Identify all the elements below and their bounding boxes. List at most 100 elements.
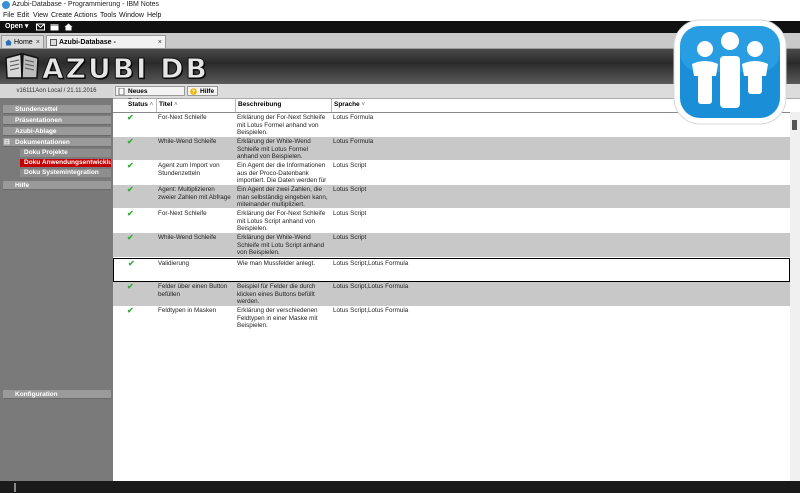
row-language: Lotus Script — [333, 186, 367, 193]
ibm-notes-app-icon — [2, 1, 10, 9]
table-row[interactable]: ✔ While-Wend Schleife Erklärung der Whil… — [113, 137, 790, 160]
table-row[interactable]: ✔ Agent zum Import von Stundenzetteln Ei… — [113, 161, 790, 184]
menu-window[interactable]: Window — [119, 12, 144, 19]
table-row[interactable]: ✔ Feldtypen in Masken Erklärung der vers… — [113, 306, 790, 330]
help-button[interactable]: ? Hilfe — [187, 86, 218, 96]
table-row[interactable]: ✔ Agent: Multiplizieren zweier Zahlen mi… — [113, 185, 790, 208]
app-logo-text: AZUBI DB — [42, 52, 209, 86]
version-label: v16111Aon Local / 21.11.2016 — [0, 84, 113, 98]
row-language: Lotus Script — [333, 210, 367, 217]
menu-help[interactable]: Help — [147, 12, 161, 19]
view-pane: Neues Dokument ? Hilfe Status ˄ Titel ˄ … — [113, 84, 800, 481]
checkmark-icon: ✔ — [127, 137, 134, 146]
column-header-titel[interactable]: Titel ˄ — [157, 99, 236, 112]
tab-home-label: Home — [14, 39, 33, 46]
tab-azubi-database[interactable]: Azubi-Database - Programmierung × — [46, 35, 166, 59]
calendar-icon[interactable] — [50, 23, 59, 31]
mail-icon[interactable] — [36, 23, 45, 31]
row-description: Erklärung der While-Wend Schleife mit Lo… — [237, 234, 325, 256]
table-row[interactable]: ✔ Felder über einen Button befüllen Beis… — [113, 282, 790, 306]
row-language: Lotus Script,Lotus Formula — [333, 260, 409, 267]
row-title: While-Wend Schleife — [158, 138, 217, 145]
row-description: Erklärung der For-Next Schleife mit Lotu… — [237, 114, 326, 136]
checkmark-icon: ✔ — [127, 113, 134, 122]
status-separator — [14, 483, 16, 492]
left-navigator: v16111Aon Local / 21.11.2016 Stundenzett… — [0, 84, 113, 481]
row-language: Lotus Script,Lotus Formula — [333, 283, 409, 290]
home-icon — [5, 39, 12, 46]
nav-subitem-doku-systemintegration[interactable]: Doku Systemintegration — [20, 169, 111, 177]
table-row-selected[interactable]: ✔ Validierung Wie man Mussfelder anlegt.… — [113, 258, 790, 282]
nav-subitem-doku-projekte[interactable]: Doku Projekte — [20, 149, 111, 157]
checkmark-icon: ✔ — [127, 185, 134, 194]
menu-edit[interactable]: Edit — [17, 12, 29, 19]
row-description: Erklärung der While-Wend Schleife mit Lo… — [237, 138, 311, 160]
column-header-sprache[interactable]: Sprache ˅ — [332, 99, 432, 112]
sort-descending-icon[interactable]: ˅ — [361, 102, 365, 108]
menu-view[interactable]: View — [33, 12, 48, 19]
nav-item-stundenzettel[interactable]: Stundenzettel — [3, 105, 111, 114]
row-language: Lotus Script — [333, 234, 367, 241]
column-header-beschreibung[interactable]: Beschreibung — [236, 99, 332, 112]
row-language: Lotus Script — [333, 162, 367, 169]
column-header-beschreibung-label: Beschreibung — [238, 101, 282, 108]
vertical-scrollbar[interactable] — [790, 112, 800, 481]
row-title: Validierung — [158, 260, 190, 267]
row-title: For-Next Schleife — [158, 210, 207, 217]
nav-item-konfiguration[interactable]: Konfiguration — [3, 390, 111, 399]
collapse-icon[interactable]: ⊟ — [4, 138, 10, 147]
nav-item-hilfe[interactable]: Hilfe — [3, 181, 111, 190]
row-title: For-Next Schleife — [158, 114, 207, 121]
column-header-status-label: Status — [128, 101, 148, 108]
home-icon[interactable] — [64, 23, 73, 31]
ibm-notes-logo-icon — [673, 19, 787, 125]
nav-subitem-doku-anwendungsentwicklung[interactable]: Doku Anwendungsentwicklung — [20, 159, 111, 167]
row-language: Lotus Formula — [333, 114, 374, 121]
sort-ascending-icon[interactable]: ˄ — [174, 102, 178, 108]
nav-item-praesentationen[interactable]: Präsentationen — [3, 116, 111, 125]
status-bar — [0, 481, 800, 493]
checkmark-icon: ✔ — [127, 282, 134, 291]
close-icon[interactable]: × — [36, 36, 40, 49]
row-title: Felder über einen Button befüllen — [158, 283, 228, 298]
row-description: Erklärung der verschiedenen Feldtypen in… — [237, 307, 318, 329]
row-description: Wie man Mussfelder anlegt. — [237, 260, 316, 267]
open-button[interactable]: Open ▾ — [2, 22, 31, 32]
menu-actions[interactable]: Actions — [74, 12, 97, 19]
row-description: Erklärung der For-Next Schleife mit Lotu… — [237, 210, 326, 232]
menu-tools[interactable]: Tools — [100, 12, 116, 19]
help-label: Hilfe — [200, 88, 215, 95]
svg-text:?: ? — [192, 90, 195, 95]
sort-ascending-icon[interactable]: ˄ — [150, 102, 154, 108]
menu-create[interactable]: Create — [51, 12, 72, 19]
row-description: Ein Agent der zwei Zahlen, die man selbs… — [237, 186, 328, 208]
menu-file[interactable]: File — [3, 12, 14, 19]
column-header-titel-label: Titel — [159, 101, 173, 108]
checkmark-icon: ✔ — [128, 259, 135, 268]
row-language: Lotus Formula — [333, 138, 374, 145]
row-title: Agent: Multiplizieren zweier Zahlen mit … — [158, 186, 231, 201]
table-row[interactable]: ✔ While-Wend Schleife Erklärung der Whil… — [113, 233, 790, 257]
table-row[interactable]: ✔ For-Next Schleife Erklärung der For-Ne… — [113, 209, 790, 232]
nav-item-azubi-ablage[interactable]: Azubi-Ablage — [3, 127, 111, 136]
scrollbar-thumb[interactable] — [792, 120, 797, 130]
row-language: Lotus Script,Lotus Formula — [333, 307, 409, 314]
window-title: Azubi-Database - Programmierung - IBM No… — [12, 1, 160, 8]
row-title: Agent zum Import von Stundenzetteln — [158, 162, 220, 177]
row-description: Ein Agent der die Informationen aus der … — [237, 162, 327, 184]
database-icon — [50, 39, 57, 46]
tab-home[interactable]: Home × — [1, 35, 44, 48]
new-document-button[interactable]: Neues Dokument — [115, 86, 185, 105]
checkmark-icon: ✔ — [127, 233, 134, 242]
row-title: While-Wend Schleife — [158, 234, 217, 241]
checkmark-icon: ✔ — [127, 306, 134, 315]
row-title: Feldtypen in Masken — [158, 307, 217, 314]
nav-item-dokumentationen[interactable]: Dokumentationen — [3, 138, 111, 147]
open-book-logo-icon — [5, 53, 39, 79]
column-header-sprache-label: Sprache — [334, 101, 360, 108]
title-bar: Azubi-Database - Programmierung - IBM No… — [0, 0, 800, 11]
help-icon: ? — [190, 88, 197, 95]
close-icon[interactable]: × — [158, 36, 162, 49]
column-header-status[interactable]: Status ˄ — [126, 99, 157, 112]
checkmark-icon: ✔ — [127, 161, 134, 170]
